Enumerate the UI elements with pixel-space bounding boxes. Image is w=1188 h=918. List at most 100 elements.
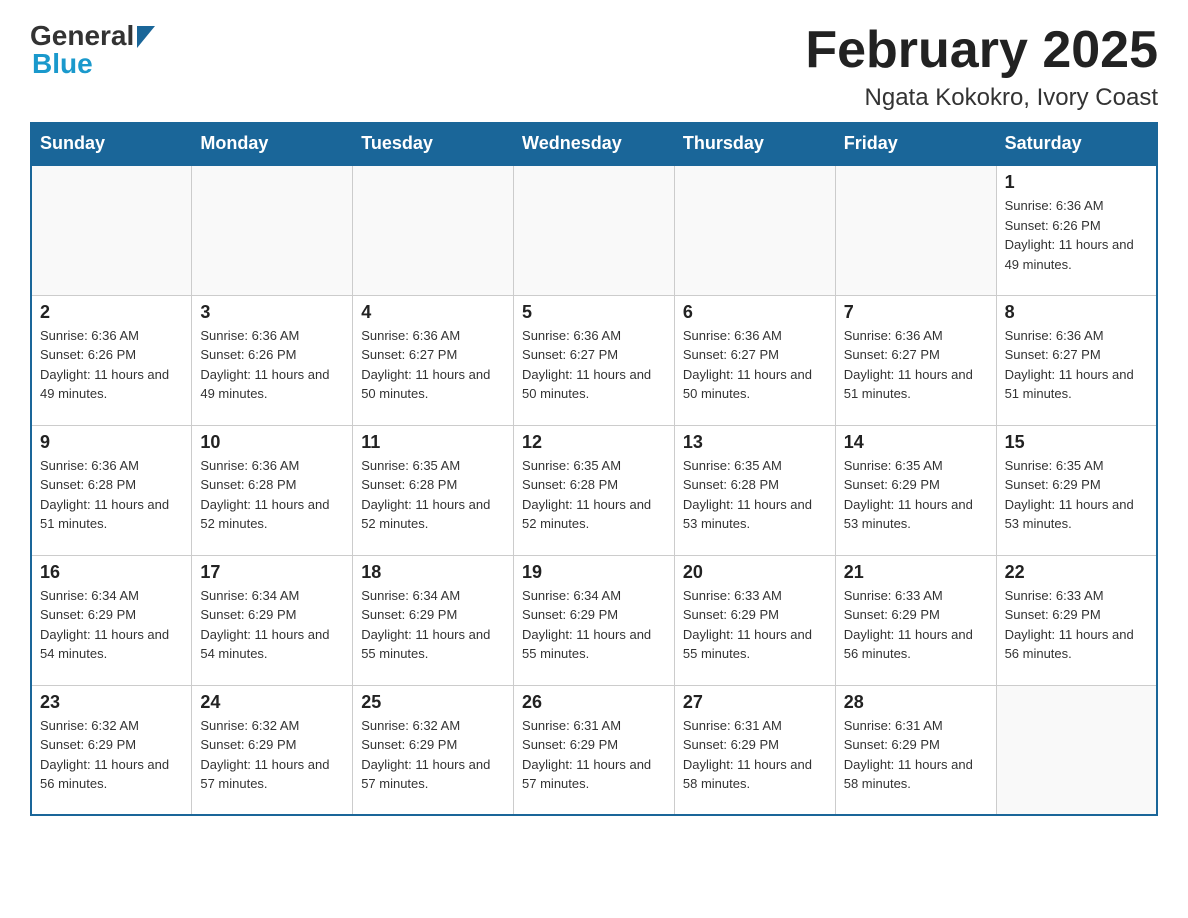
calendar-title: February 2025 [805,20,1158,80]
table-row: 12Sunrise: 6:35 AM Sunset: 6:28 PM Dayli… [514,425,675,555]
day-info: Sunrise: 6:36 AM Sunset: 6:28 PM Dayligh… [40,456,183,534]
day-number: 11 [361,432,505,453]
day-number: 21 [844,562,988,583]
day-info: Sunrise: 6:36 AM Sunset: 6:26 PM Dayligh… [40,326,183,404]
day-info: Sunrise: 6:32 AM Sunset: 6:29 PM Dayligh… [40,716,183,794]
day-info: Sunrise: 6:35 AM Sunset: 6:28 PM Dayligh… [522,456,666,534]
day-number: 8 [1005,302,1148,323]
table-row: 8 Sunrise: 6:36 AM Sunset: 6:27 PM Daylig… [996,295,1157,425]
table-row [353,165,514,295]
days-header-row: Sunday Monday Tuesday Wednesday Thursday… [31,123,1157,166]
table-row: 13 Sunrise: 6:35 AM Sunset: 6:28 PM Dayli… [674,425,835,555]
day-number: 16 [40,562,183,583]
day-info: Sunrise: 6:34 AM Sunset: 6:29 PM Dayligh… [40,586,183,664]
table-row: 25 Sunrise: 6:32 AM Sunset: 6:29 PM Dayli… [353,685,514,815]
table-row: 14 Sunrise: 6:35 AM Sunset: 6:29 PM Dayli… [835,425,996,555]
table-row [674,165,835,295]
table-row: 1 Sunrise: 6:36 AM Sunset: 6:26 PM Daylig… [996,165,1157,295]
day-number: 5 [522,302,666,323]
day-number: 13 [683,432,827,453]
header-saturday: Saturday [996,123,1157,166]
header-friday: Friday [835,123,996,166]
page-header: General Blue February 2025 Ngata Kokokro… [30,20,1158,112]
day-number: 9 [40,432,183,453]
header-monday: Monday [192,123,353,166]
header-thursday: Thursday [674,123,835,166]
day-number: 23 [40,692,183,713]
table-row: 10 Sunrise: 6:36 AM Sunset: 6:28 PM Dayli… [192,425,353,555]
logo-blue-text: Blue [32,48,93,80]
table-row: 4 Sunrise: 6:36 AM Sunset: 6:27 PM Daylig… [353,295,514,425]
table-row: 21 Sunrise: 6:33 AM Sunset: 6:29 PM Dayli… [835,555,996,685]
day-number: 28 [844,692,988,713]
day-info: Sunrise: 6:32 AM Sunset: 6:29 PM Dayligh… [361,716,505,794]
day-info: Sunrise: 6:32 AM Sunset: 6:29 PM Dayligh… [200,716,344,794]
day-number: 26 [522,692,666,713]
calendar-week-row: 2Sunrise: 6:36 AM Sunset: 6:26 PM Daylig… [31,295,1157,425]
table-row [996,685,1157,815]
day-number: 18 [361,562,505,583]
table-row [835,165,996,295]
day-info: Sunrise: 6:31 AM Sunset: 6:29 PM Dayligh… [522,716,666,794]
table-row: 22 Sunrise: 6:33 AM Sunset: 6:29 PM Dayli… [996,555,1157,685]
day-info: Sunrise: 6:33 AM Sunset: 6:29 PM Dayligh… [683,586,827,664]
table-row: 9 Sunrise: 6:36 AM Sunset: 6:28 PM Daylig… [31,425,192,555]
day-number: 15 [1005,432,1148,453]
day-number: 25 [361,692,505,713]
table-row [514,165,675,295]
day-info: Sunrise: 6:35 AM Sunset: 6:29 PM Dayligh… [844,456,988,534]
day-number: 19 [522,562,666,583]
table-row: 6 Sunrise: 6:36 AM Sunset: 6:27 PM Daylig… [674,295,835,425]
day-info: Sunrise: 6:33 AM Sunset: 6:29 PM Dayligh… [1005,586,1148,664]
day-info: Sunrise: 6:31 AM Sunset: 6:29 PM Dayligh… [683,716,827,794]
day-info: Sunrise: 6:34 AM Sunset: 6:29 PM Dayligh… [200,586,344,664]
table-row: 23 Sunrise: 6:32 AM Sunset: 6:29 PM Dayli… [31,685,192,815]
table-row: 27 Sunrise: 6:31 AM Sunset: 6:29 PM Dayli… [674,685,835,815]
logo: General Blue [30,20,155,80]
day-number: 20 [683,562,827,583]
table-row: 5Sunrise: 6:36 AM Sunset: 6:27 PM Daylig… [514,295,675,425]
header-wednesday: Wednesday [514,123,675,166]
day-info: Sunrise: 6:36 AM Sunset: 6:28 PM Dayligh… [200,456,344,534]
day-number: 7 [844,302,988,323]
calendar-week-row: 9 Sunrise: 6:36 AM Sunset: 6:28 PM Daylig… [31,425,1157,555]
day-info: Sunrise: 6:36 AM Sunset: 6:27 PM Dayligh… [683,326,827,404]
day-number: 24 [200,692,344,713]
table-row: 26 Sunrise: 6:31 AM Sunset: 6:29 PM Dayli… [514,685,675,815]
table-row: 3Sunrise: 6:36 AM Sunset: 6:26 PM Daylig… [192,295,353,425]
location-subtitle: Ngata Kokokro, Ivory Coast [805,84,1158,112]
table-row: 7 Sunrise: 6:36 AM Sunset: 6:27 PM Daylig… [835,295,996,425]
header-sunday: Sunday [31,123,192,166]
day-info: Sunrise: 6:36 AM Sunset: 6:27 PM Dayligh… [844,326,988,404]
day-number: 3 [200,302,344,323]
day-info: Sunrise: 6:31 AM Sunset: 6:29 PM Dayligh… [844,716,988,794]
day-number: 27 [683,692,827,713]
day-info: Sunrise: 6:35 AM Sunset: 6:29 PM Dayligh… [1005,456,1148,534]
day-number: 6 [683,302,827,323]
day-number: 10 [200,432,344,453]
day-number: 1 [1005,172,1148,193]
day-info: Sunrise: 6:36 AM Sunset: 6:27 PM Dayligh… [1005,326,1148,404]
table-row [31,165,192,295]
table-row: 11 Sunrise: 6:35 AM Sunset: 6:28 PM Dayli… [353,425,514,555]
table-row: 2Sunrise: 6:36 AM Sunset: 6:26 PM Daylig… [31,295,192,425]
day-number: 14 [844,432,988,453]
logo-arrow-icon [134,24,155,48]
calendar-week-row: 23 Sunrise: 6:32 AM Sunset: 6:29 PM Dayli… [31,685,1157,815]
calendar-table: Sunday Monday Tuesday Wednesday Thursday… [30,122,1158,816]
day-info: Sunrise: 6:35 AM Sunset: 6:28 PM Dayligh… [683,456,827,534]
day-info: Sunrise: 6:33 AM Sunset: 6:29 PM Dayligh… [844,586,988,664]
table-row: 16 Sunrise: 6:34 AM Sunset: 6:29 PM Dayli… [31,555,192,685]
day-info: Sunrise: 6:35 AM Sunset: 6:28 PM Dayligh… [361,456,505,534]
calendar-week-row: 1 Sunrise: 6:36 AM Sunset: 6:26 PM Daylig… [31,165,1157,295]
table-row: 19Sunrise: 6:34 AM Sunset: 6:29 PM Dayli… [514,555,675,685]
day-number: 4 [361,302,505,323]
day-info: Sunrise: 6:36 AM Sunset: 6:26 PM Dayligh… [1005,196,1148,274]
day-number: 17 [200,562,344,583]
header-tuesday: Tuesday [353,123,514,166]
calendar-week-row: 16 Sunrise: 6:34 AM Sunset: 6:29 PM Dayli… [31,555,1157,685]
table-row: 20 Sunrise: 6:33 AM Sunset: 6:29 PM Dayli… [674,555,835,685]
day-number: 22 [1005,562,1148,583]
table-row: 28 Sunrise: 6:31 AM Sunset: 6:29 PM Dayli… [835,685,996,815]
day-info: Sunrise: 6:36 AM Sunset: 6:27 PM Dayligh… [361,326,505,404]
